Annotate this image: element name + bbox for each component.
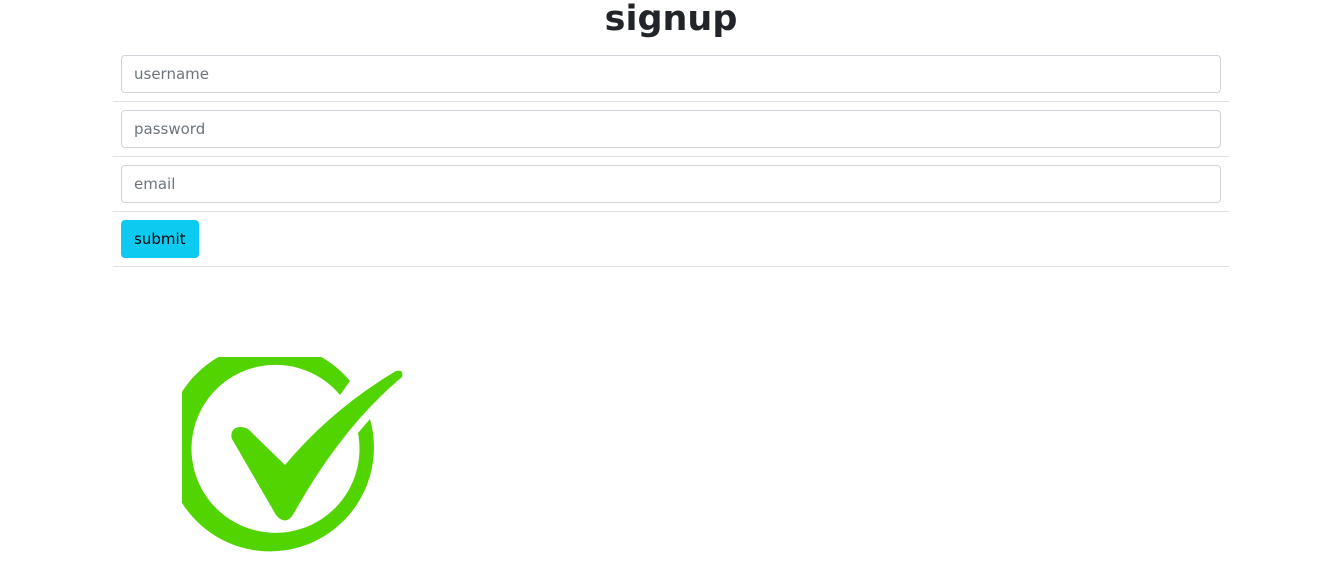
form-row-password xyxy=(113,102,1229,157)
form-row-username xyxy=(113,47,1229,102)
email-input[interactable] xyxy=(121,165,1221,203)
form-row-submit: submit xyxy=(113,212,1229,267)
page-title: signup xyxy=(604,0,738,39)
signup-page: signup submit xyxy=(0,0,1318,575)
form-row-email xyxy=(113,157,1229,212)
password-input[interactable] xyxy=(121,110,1221,148)
success-checkmark-icon xyxy=(182,357,403,552)
signup-form: submit xyxy=(113,47,1229,267)
submit-button[interactable]: submit xyxy=(121,220,199,258)
username-input[interactable] xyxy=(121,55,1221,93)
